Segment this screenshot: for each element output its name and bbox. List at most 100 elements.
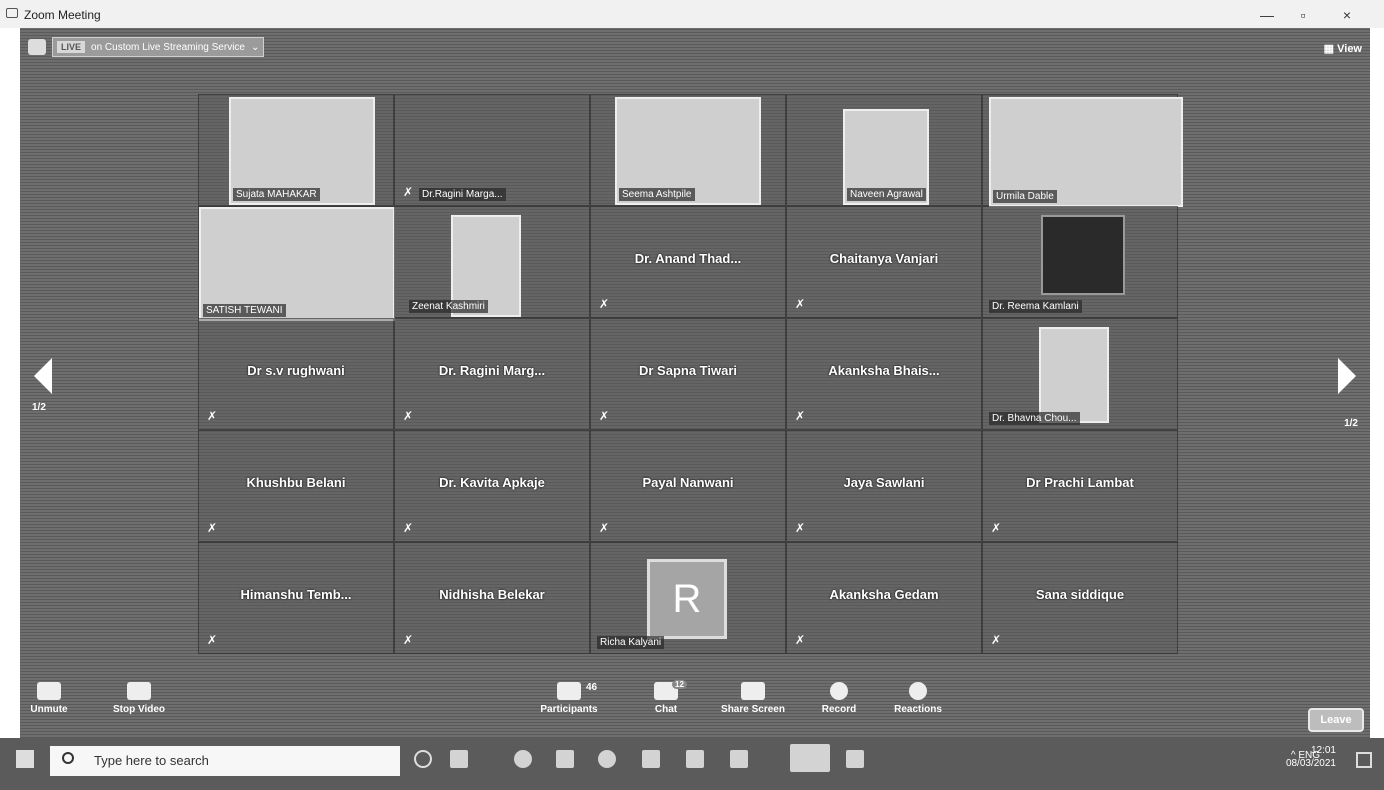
muted-mic-icon: ✗	[599, 521, 610, 535]
emoji-reaction-icon	[909, 682, 927, 700]
participant-name: Himanshu Temb...	[240, 587, 352, 602]
muted-mic-icon: ✗	[599, 297, 610, 311]
participant-tile[interactable]: Himanshu Temb... ✗	[198, 542, 394, 654]
participant-name: Dr. Bhavna Chou...	[989, 412, 1080, 425]
participant-tile[interactable]: Dr. Kavita Apkaje ✗	[394, 430, 590, 542]
window-titlebar: Zoom Meeting — ▫ ×	[0, 0, 1384, 28]
unmute-label: Unmute	[30, 704, 68, 715]
record-button[interactable]: Record	[814, 682, 864, 715]
participant-name: SATISH TEWANI	[203, 304, 286, 317]
cortana-icon[interactable]	[414, 750, 432, 768]
participant-tile[interactable]: Seema Ashtpile	[590, 94, 786, 206]
participant-tile[interactable]: Khushbu Belani ✗	[198, 430, 394, 542]
muted-mic-icon: ✗	[403, 633, 414, 647]
participant-name: Jaya Sawlani	[843, 475, 925, 490]
muted-mic-icon: ✗	[795, 633, 806, 647]
search-icon	[62, 752, 74, 764]
notification-icon[interactable]	[1356, 752, 1372, 768]
participant-name: Naveen Agrawal	[847, 188, 926, 201]
windows-start-icon[interactable]	[16, 750, 34, 768]
participant-tile[interactable]: SATISH TEWANI	[198, 206, 395, 321]
chevron-down-icon[interactable]: ⌄	[251, 42, 259, 53]
record-icon	[830, 682, 848, 700]
task-view-icon[interactable]	[450, 750, 468, 768]
participant-tile[interactable]: Dr s.v rughwani ✗	[198, 318, 394, 430]
chat-button[interactable]: 12 Chat	[646, 680, 687, 715]
zoom-taskbar-icon[interactable]	[790, 744, 830, 772]
participant-tile[interactable]: Dr. Reema Kamlani	[982, 206, 1178, 318]
live-stream-text: on Custom Live Streaming Service	[91, 41, 245, 53]
close-button[interactable]: ×	[1330, 4, 1364, 26]
participant-tile[interactable]: Nidhisha Belekar ✗	[394, 542, 590, 654]
reactions-label: Reactions	[894, 704, 942, 715]
app-icon[interactable]	[730, 750, 748, 768]
participant-tile[interactable]: Dr. Bhavna Chou...	[982, 318, 1178, 430]
participant-video: Naveen Agrawal	[843, 109, 929, 205]
participant-name: Payal Nanwani	[642, 475, 734, 490]
participant-tile[interactable]: Sujata MAHAKAR	[198, 94, 394, 206]
participant-tile[interactable]: Urmila Dable	[982, 94, 1183, 207]
participant-tile[interactable]: Chaitanya Vanjari ✗	[786, 206, 982, 318]
participant-tile[interactable]: Payal Nanwani ✗	[590, 430, 786, 542]
unmute-button[interactable]: Unmute	[24, 682, 74, 715]
participant-tile[interactable]: Sana siddique ✗	[982, 542, 1178, 654]
participant-video: Zeenat Kashmiri	[409, 215, 521, 317]
participant-tile[interactable]: Zeenat Kashmiri	[394, 206, 590, 318]
security-shield-icon[interactable]	[28, 39, 46, 55]
participant-name: Dr. Kavita Apkaje	[439, 475, 545, 490]
participant-tile[interactable]: R Richa Kalyani	[590, 542, 786, 654]
participant-tile[interactable]: Akanksha Bhais... ✗	[786, 318, 982, 430]
view-button[interactable]: ▦ View	[1324, 42, 1362, 55]
next-page-arrow-icon[interactable]	[1338, 358, 1356, 394]
participant-tile[interactable]: Akanksha Gedam ✗	[786, 542, 982, 654]
mail-icon[interactable]	[686, 750, 704, 768]
previous-page-arrow-icon[interactable]	[34, 358, 52, 394]
maximize-button[interactable]: ▫	[1286, 4, 1320, 26]
participant-name: Akanksha Gedam	[829, 587, 939, 602]
edge-browser-icon[interactable]	[514, 750, 532, 768]
participant-tile[interactable]: Dr Sapna Tiwari ✗	[590, 318, 786, 430]
participant-name: Dr. Reema Kamlani	[989, 300, 1082, 313]
participant-name: Dr Sapna Tiwari	[638, 363, 737, 378]
live-stream-indicator[interactable]: LIVE on Custom Live Streaming Service ⌄	[52, 37, 265, 57]
muted-mic-icon: ✗	[403, 409, 414, 423]
participant-tile[interactable]: Dr Prachi Lambat ✗	[982, 430, 1178, 542]
live-badge: LIVE	[57, 41, 86, 53]
word-icon[interactable]	[846, 750, 864, 768]
participant-tile[interactable]: ✗ Dr.Ragini Marga...	[394, 94, 590, 206]
participants-icon	[557, 682, 581, 700]
participant-tile[interactable]: Jaya Sawlani ✗	[786, 430, 982, 542]
share-screen-button[interactable]: Share Screen	[716, 682, 790, 715]
chat-count-badge: 12	[672, 680, 687, 689]
stop-video-button[interactable]: Stop Video	[106, 682, 172, 715]
participant-video	[1041, 215, 1125, 295]
participants-button[interactable]: 46 Participants	[534, 682, 604, 715]
muted-mic-icon: ✗	[795, 521, 806, 535]
participant-tile[interactable]: Dr. Anand Thad... ✗	[590, 206, 786, 318]
muted-mic-icon: ✗	[991, 521, 1002, 535]
muted-mic-icon: ✗	[207, 409, 218, 423]
muted-mic-icon: ✗	[207, 633, 218, 647]
participant-tile[interactable]: Dr. Ragini Marg... ✗	[394, 318, 590, 430]
muted-mic-icon: ✗	[795, 409, 806, 423]
participant-tile[interactable]: Naveen Agrawal	[786, 94, 982, 206]
leave-button[interactable]: Leave	[1308, 708, 1364, 732]
reactions-button[interactable]: Reactions	[888, 682, 948, 715]
window-title: Zoom Meeting	[24, 8, 101, 22]
taskbar-search-input[interactable]: Type here to search	[50, 746, 400, 776]
participant-name: Richa Kalyani	[597, 636, 665, 649]
participant-name: Dr. Anand Thad...	[634, 251, 742, 266]
minimize-button[interactable]: —	[1250, 4, 1284, 26]
meeting-topbar: LIVE on Custom Live Streaming Service ⌄	[28, 36, 265, 58]
chrome-icon[interactable]	[598, 750, 616, 768]
file-explorer-icon[interactable]	[556, 750, 574, 768]
participant-name: Khushbu Belani	[246, 475, 346, 490]
view-label: View	[1337, 43, 1362, 55]
participant-video	[1039, 327, 1109, 423]
participant-name: Dr s.v rughwani	[247, 363, 345, 378]
muted-mic-icon: ✗	[795, 297, 806, 311]
participant-name: Chaitanya Vanjari	[829, 251, 939, 266]
participant-video: Sujata MAHAKAR	[229, 97, 375, 205]
system-clock[interactable]: 12:01 08/03/2021	[1286, 744, 1336, 770]
store-icon[interactable]	[642, 750, 660, 768]
